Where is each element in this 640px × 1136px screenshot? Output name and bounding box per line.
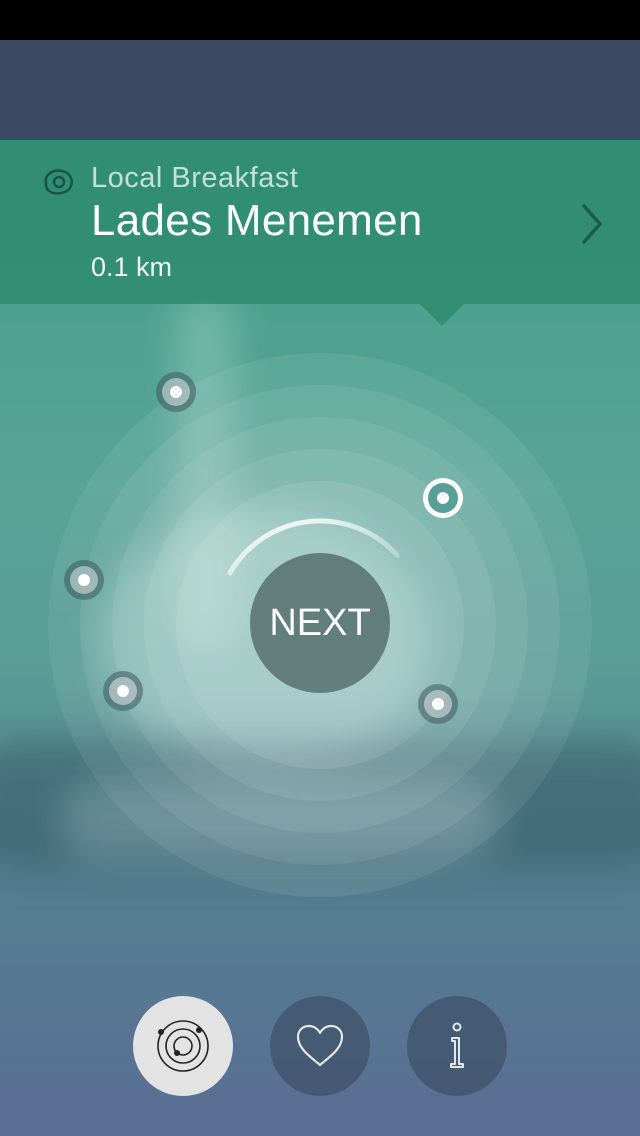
place-marker-selected[interactable] xyxy=(423,478,463,518)
next-button[interactable]: NEXT xyxy=(250,553,390,693)
tab-radar[interactable] xyxy=(133,996,233,1096)
heart-icon xyxy=(296,1024,344,1067)
place-marker[interactable] xyxy=(156,372,196,412)
place-marker[interactable] xyxy=(103,671,143,711)
navigation-bar xyxy=(0,40,640,140)
info-bar-pointer xyxy=(420,304,464,326)
place-marker[interactable] xyxy=(64,560,104,600)
info-icon xyxy=(450,1022,464,1068)
radar-icon xyxy=(157,1020,209,1072)
status-bar xyxy=(0,0,640,40)
category-label: Local Breakfast xyxy=(91,162,299,194)
place-marker[interactable] xyxy=(418,684,458,724)
egg-icon xyxy=(44,169,73,195)
tab-favorites[interactable] xyxy=(270,996,370,1096)
next-button-label: NEXT xyxy=(269,601,371,644)
distance-label: 0.1 km xyxy=(91,252,173,282)
chevron-right-icon[interactable] xyxy=(570,196,614,252)
tab-info[interactable] xyxy=(407,996,507,1096)
background-boat-shape xyxy=(60,780,500,860)
place-name: Lades Menemen xyxy=(91,196,423,245)
